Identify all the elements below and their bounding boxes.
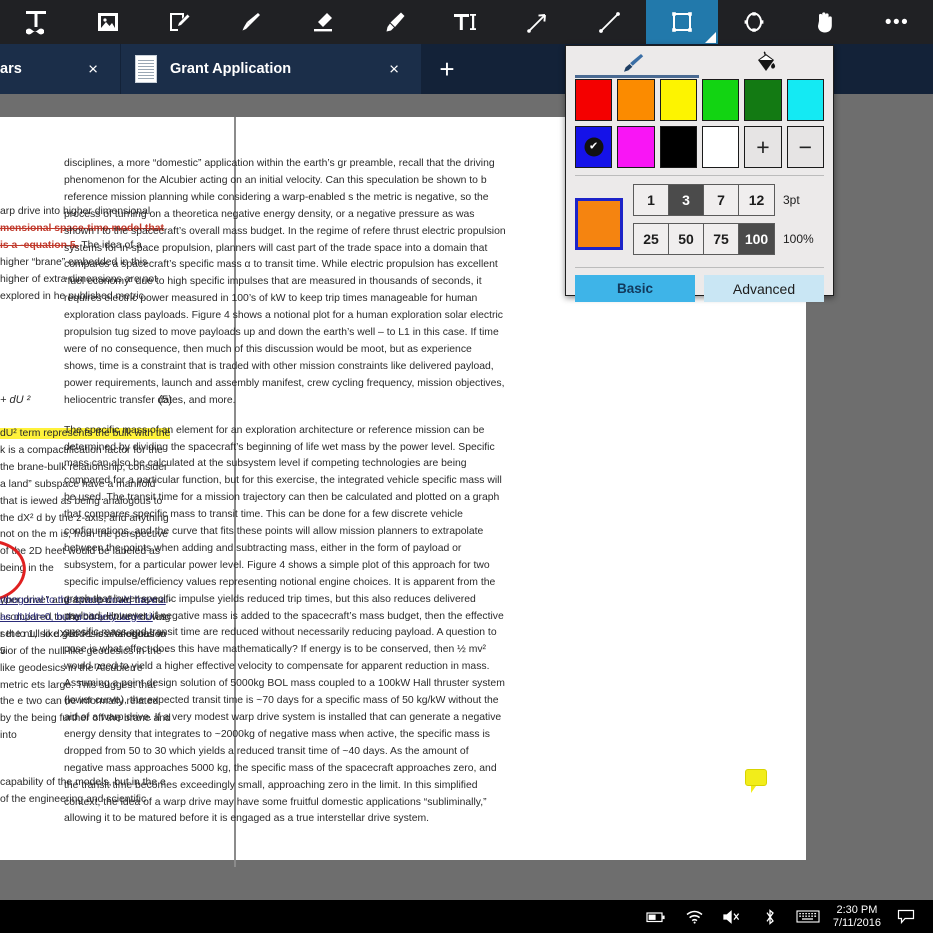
color-swatch-grid — [566, 79, 833, 121]
clock-time: 2:30 PM — [836, 903, 878, 916]
equation-body: + dU ² — [0, 394, 31, 406]
note-tool[interactable] — [144, 0, 216, 44]
current-color-preview[interactable] — [575, 198, 623, 250]
swatch-selected-check: ✔ — [584, 137, 604, 157]
thickness-option-1[interactable]: 1 — [634, 185, 669, 215]
fill-mode-button[interactable] — [700, 46, 834, 79]
swatch-red[interactable] — [575, 79, 613, 121]
text-tool[interactable] — [0, 0, 72, 44]
paint-bucket-icon — [758, 50, 776, 71]
hand-tool[interactable] — [789, 0, 861, 44]
basic-tab-button[interactable]: Basic — [575, 275, 695, 302]
highlighter-tool[interactable] — [359, 0, 431, 44]
tab-close-1[interactable]: × — [389, 61, 399, 78]
right-page-text: disciplines, a more “domestic” applicati… — [64, 156, 506, 841]
battery-icon[interactable] — [637, 910, 675, 924]
swatch-dark-green[interactable] — [744, 79, 782, 121]
new-tab-button[interactable]: + — [421, 44, 473, 94]
clock-date: 7/11/2016 — [832, 916, 881, 929]
document-thumbnail-icon — [135, 55, 157, 83]
tab-close-0[interactable]: × — [88, 61, 98, 78]
tab-label-0: ars — [0, 61, 22, 77]
image-tool[interactable] — [72, 0, 144, 44]
brush-tool[interactable] — [215, 0, 287, 44]
swatch-white[interactable] — [701, 126, 740, 168]
opacity-option-50[interactable]: 50 — [669, 224, 704, 254]
ellipse-tool[interactable] — [718, 0, 790, 44]
opacity-caption: 100% — [783, 232, 814, 246]
rectangle-tool[interactable] — [645, 0, 718, 44]
add-color-button[interactable]: + — [744, 126, 782, 168]
notification-icon[interactable] — [887, 908, 925, 925]
sticky-note-comment-icon[interactable] — [745, 769, 767, 793]
advanced-tab-button[interactable]: Advanced — [704, 275, 824, 302]
opacity-option-25[interactable]: 25 — [634, 224, 669, 254]
line-tool[interactable] — [574, 0, 646, 44]
opacity-option-75[interactable]: 75 — [704, 224, 739, 254]
opacity-segmented-control[interactable]: 25 50 75 100 — [633, 223, 775, 255]
brush-icon — [623, 53, 643, 72]
stroke-mode-button[interactable] — [566, 46, 700, 79]
volume-muted-icon[interactable] — [713, 909, 751, 925]
thickness-caption: 3pt — [783, 193, 800, 207]
tab-item-grant-application[interactable]: Grant Application × — [121, 44, 421, 94]
thickness-option-7[interactable]: 7 — [704, 185, 739, 215]
tab-item-0[interactable]: ars × — [0, 44, 120, 94]
right-para-2: The specific mass of an element for an e… — [64, 424, 505, 825]
more-tool[interactable]: ••• — [861, 0, 933, 44]
tool-options-corner[interactable] — [704, 32, 716, 43]
swatch-green[interactable] — [701, 79, 740, 121]
swatch-orange[interactable] — [617, 79, 655, 121]
keyboard-icon[interactable] — [789, 909, 827, 924]
system-tray: 2:30 PM 7/11/2016 — [637, 904, 933, 930]
thickness-option-12[interactable]: 12 — [739, 185, 774, 215]
picker-mode-row — [566, 46, 833, 79]
swatch-blue[interactable]: ✔ — [575, 126, 613, 168]
eraser-tool[interactable] — [287, 0, 359, 44]
thickness-segmented-control[interactable]: 1 3 7 12 — [633, 184, 775, 216]
opacity-option-100[interactable]: 100 — [739, 224, 774, 254]
right-para-1: disciplines, a more “domestic” applicati… — [64, 158, 506, 406]
taskbar-clock[interactable]: 2:30 PM 7/11/2016 — [827, 904, 887, 930]
wifi-icon[interactable] — [675, 909, 713, 925]
color-picker-flyout[interactable]: ✔ + − 1 3 7 12 3pt 25 50 75 100 100% Bas… — [565, 45, 834, 302]
remove-color-button[interactable]: − — [786, 126, 824, 168]
swatch-cyan[interactable] — [786, 79, 824, 121]
arrow-tool[interactable] — [502, 0, 574, 44]
more-icon: ••• — [884, 11, 910, 33]
thickness-option-3[interactable]: 3 — [669, 185, 704, 215]
annotation-toolbar: ••• — [0, 0, 933, 44]
typewriter-tool[interactable] — [431, 0, 503, 44]
swatch-yellow[interactable] — [659, 79, 697, 121]
picker-tab-buttons: Basic Advanced — [566, 268, 833, 302]
tab-label-1: Grant Application — [170, 61, 292, 77]
opacity-row: 25 50 75 100 100% — [633, 223, 824, 255]
picker-settings-row: 1 3 7 12 3pt 25 50 75 100 100% — [566, 176, 833, 262]
swatch-black[interactable] — [659, 126, 697, 168]
thickness-row: 1 3 7 12 3pt — [633, 184, 824, 216]
color-swatch-grid-row2: ✔ + − — [566, 126, 833, 168]
bluetooth-icon[interactable] — [751, 908, 789, 926]
windows-taskbar: 2:30 PM 7/11/2016 — [0, 900, 933, 933]
swatch-magenta[interactable] — [617, 126, 655, 168]
